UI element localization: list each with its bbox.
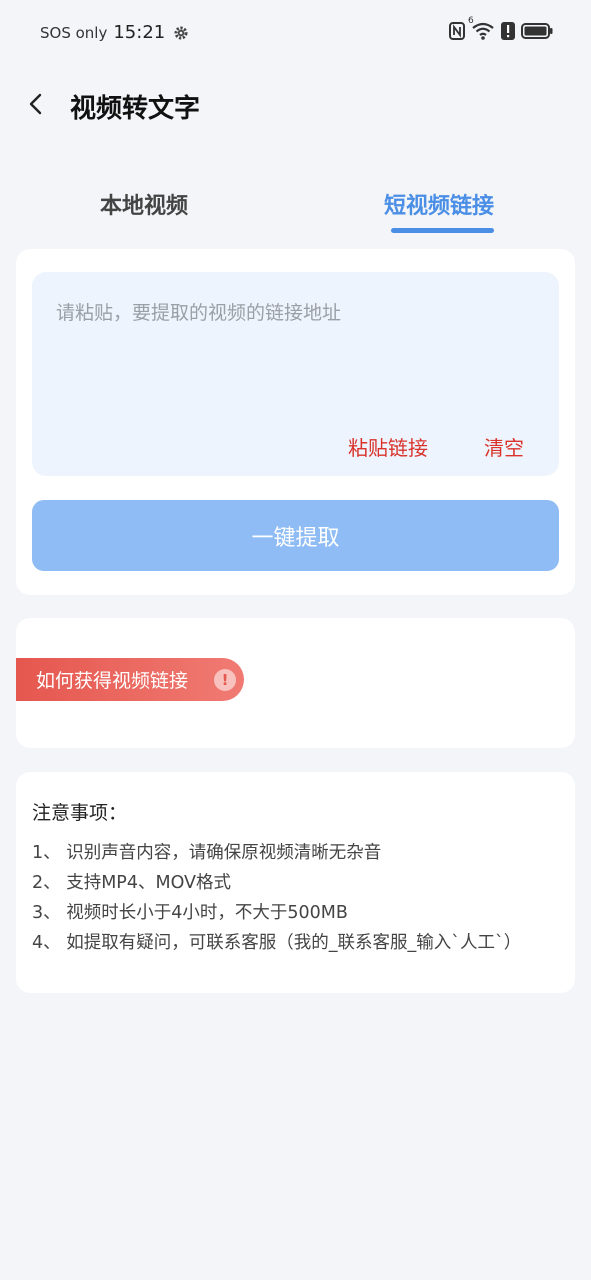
tab-local-video[interactable]: 本地视频 <box>100 188 188 220</box>
extract-button[interactable]: 一键提取 <box>32 500 559 571</box>
note-item: 2、 支持MP4、MOV格式 <box>32 873 232 893</box>
how-to-get-link-label: 如何获得视频链接 <box>36 670 189 692</box>
tab-bar: 本地视频 短视频链接 <box>0 180 591 240</box>
gear-icon <box>173 25 189 41</box>
chevron-left-icon <box>27 92 45 120</box>
battery-icon <box>521 22 553 40</box>
status-right: 6 <box>449 16 553 40</box>
back-button[interactable] <box>20 90 52 122</box>
page-title: 视频转文字 <box>70 94 201 124</box>
link-input-card: 粘贴链接 清空 一键提取 <box>16 249 575 595</box>
how-to-get-link-button[interactable]: 如何获得视频链接 ! <box>16 658 244 701</box>
clear-button[interactable]: 清空 <box>484 432 524 461</box>
notes-title: 注意事项： <box>32 802 128 824</box>
notes-list: 1、 识别声音内容，请确保原视频清晰无杂音 2、 支持MP4、MOV格式 3、 … <box>32 838 572 958</box>
link-input-box: 粘贴链接 清空 <box>32 272 559 476</box>
nfc-icon <box>449 22 465 40</box>
wifi-badge: 6 <box>468 16 474 26</box>
paste-link-button[interactable]: 粘贴链接 <box>348 432 428 461</box>
status-left: SOS only 15:21 <box>40 22 189 43</box>
status-bar: SOS only 15:21 6 <box>0 0 591 66</box>
carrier-text: SOS only <box>40 23 108 42</box>
note-item: 1、 识别声音内容，请确保原视频清晰无杂音 <box>32 843 382 863</box>
exclamation-icon: ! <box>214 669 236 691</box>
active-tab-indicator <box>391 228 494 233</box>
note-item: 3、 视频时长小于4小时，不大于500MB <box>32 903 348 923</box>
notes-card: 注意事项： 1、 识别声音内容，请确保原视频清晰无杂音 2、 支持MP4、MOV… <box>16 772 575 993</box>
note-item: 4、 如提取有疑问，可联系客服（我的_联系客服_输入`人工`） <box>32 933 522 953</box>
tab-short-video-link[interactable]: 短视频链接 <box>384 188 494 220</box>
help-card: 如何获得视频链接 ! <box>16 618 575 748</box>
app-header: 视频转文字 <box>0 78 591 138</box>
alert-icon <box>501 22 515 40</box>
link-input[interactable] <box>54 296 538 410</box>
clock-time: 15:21 <box>113 22 166 43</box>
wifi-icon: 6 <box>468 16 495 40</box>
